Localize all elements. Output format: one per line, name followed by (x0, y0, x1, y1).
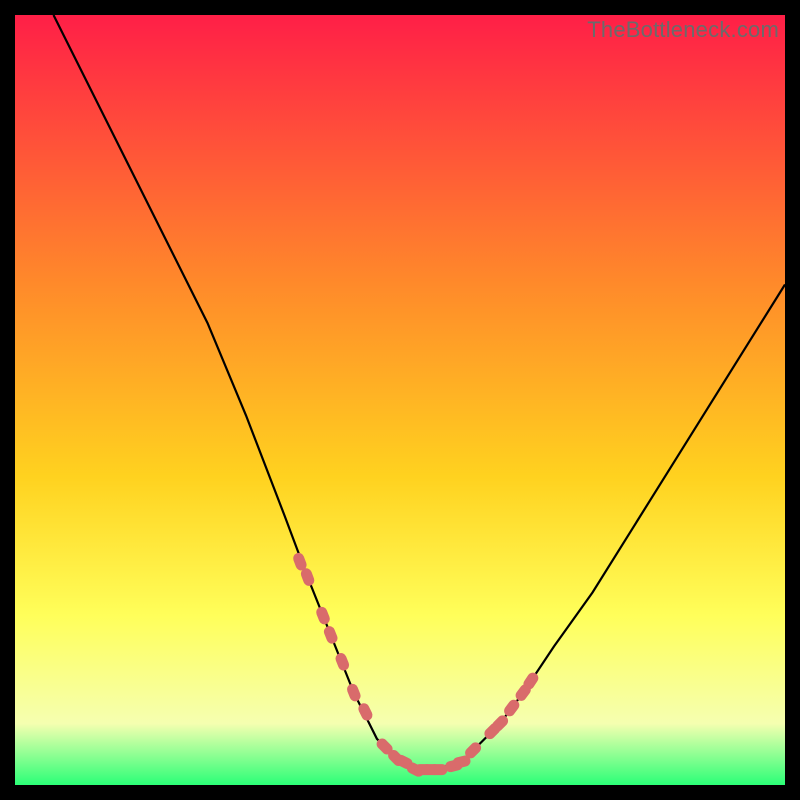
chart-svg (15, 15, 785, 785)
plot-area (15, 15, 785, 785)
chart-frame: TheBottleneck.com (15, 15, 785, 785)
gradient-background (15, 15, 785, 785)
watermark-text: TheBottleneck.com (587, 17, 779, 43)
curve-marker (430, 764, 448, 775)
